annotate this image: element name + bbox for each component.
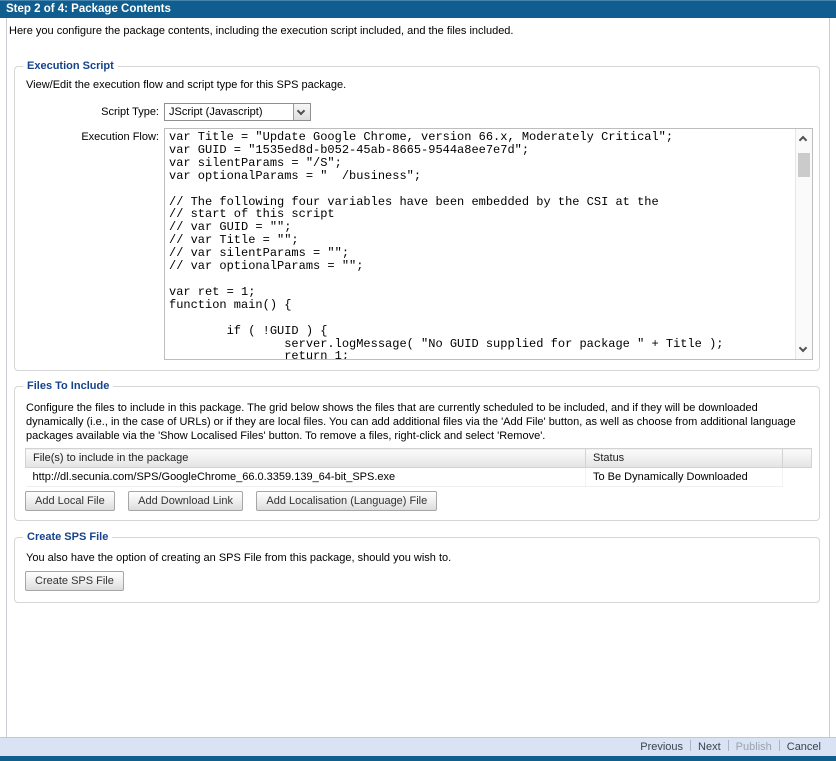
create-sps-button-row: Create SPS File <box>25 571 133 591</box>
cancel-button[interactable]: Cancel <box>780 738 828 756</box>
add-localisation-file-button[interactable]: Add Localisation (Language) File <box>256 491 437 511</box>
table-row[interactable]: http://dl.secunia.com/SPS/GoogleChrome_6… <box>26 468 812 487</box>
publish-button: Publish <box>729 738 779 756</box>
execution-flow-code[interactable]: var Title = "Update Google Chrome, versi… <box>165 129 794 359</box>
file-url-cell[interactable]: http://dl.secunia.com/SPS/GoogleChrome_6… <box>26 468 586 487</box>
column-header-status[interactable]: Status <box>586 449 783 468</box>
footer-bar: PreviousNextPublishCancel <box>0 737 836 756</box>
scroll-down-icon[interactable] <box>799 344 807 352</box>
panel-border-right <box>829 18 830 756</box>
column-header-spacer <box>783 449 812 468</box>
create-sps-file-section: Create SPS File You also have the option… <box>14 537 820 603</box>
create-sps-file-button[interactable]: Create SPS File <box>25 571 124 591</box>
files-table: File(s) to include in the package Status… <box>25 448 812 487</box>
create-sps-file-description: You also have the option of creating an … <box>26 551 808 565</box>
files-to-include-legend: Files To Include <box>23 380 113 392</box>
scroll-up-icon[interactable] <box>799 136 807 144</box>
scrollbar-thumb[interactable] <box>798 153 810 177</box>
execution-script-section: Execution Script View/Edit the execution… <box>14 66 820 371</box>
files-to-include-section: Files To Include Configure the files to … <box>14 386 820 521</box>
create-sps-file-legend: Create SPS File <box>23 531 112 543</box>
script-type-label: Script Type: <box>15 106 159 118</box>
panel-border-left <box>6 18 7 756</box>
package-wizard-page: Step 2 of 4: Package Contents Here you c… <box>0 0 836 761</box>
files-buttons-row: Add Local File Add Download Link Add Loc… <box>25 491 446 511</box>
bottom-strip <box>0 756 836 761</box>
status-cell: To Be Dynamically Downloaded <box>586 468 783 487</box>
script-type-dropdown-button[interactable] <box>293 104 310 120</box>
files-to-include-description: Configure the files to include in this p… <box>26 401 808 443</box>
execution-script-legend: Execution Script <box>23 60 118 72</box>
script-type-select[interactable]: JScript (Javascript) <box>164 103 311 121</box>
page-title: Step 2 of 4: Package Contents <box>6 3 171 15</box>
execution-script-description: View/Edit the execution flow and script … <box>26 78 346 92</box>
execution-flow-editor[interactable]: var Title = "Update Google Chrome, versi… <box>164 128 813 360</box>
script-type-value: JScript (Javascript) <box>169 105 263 120</box>
wizard-step-titlebar: Step 2 of 4: Package Contents <box>0 0 836 18</box>
add-local-file-button[interactable]: Add Local File <box>25 491 115 511</box>
add-download-link-button[interactable]: Add Download Link <box>128 491 243 511</box>
files-table-header-row: File(s) to include in the package Status <box>26 449 812 468</box>
spacer-cell <box>783 468 812 487</box>
execution-flow-label: Execution Flow: <box>15 131 159 143</box>
previous-button[interactable]: Previous <box>633 738 690 756</box>
next-button[interactable]: Next <box>691 738 728 756</box>
chevron-down-icon <box>297 107 305 115</box>
column-header-file[interactable]: File(s) to include in the package <box>26 449 586 468</box>
intro-text: Here you configure the package contents,… <box>9 25 514 37</box>
code-scrollbar[interactable] <box>795 129 812 359</box>
